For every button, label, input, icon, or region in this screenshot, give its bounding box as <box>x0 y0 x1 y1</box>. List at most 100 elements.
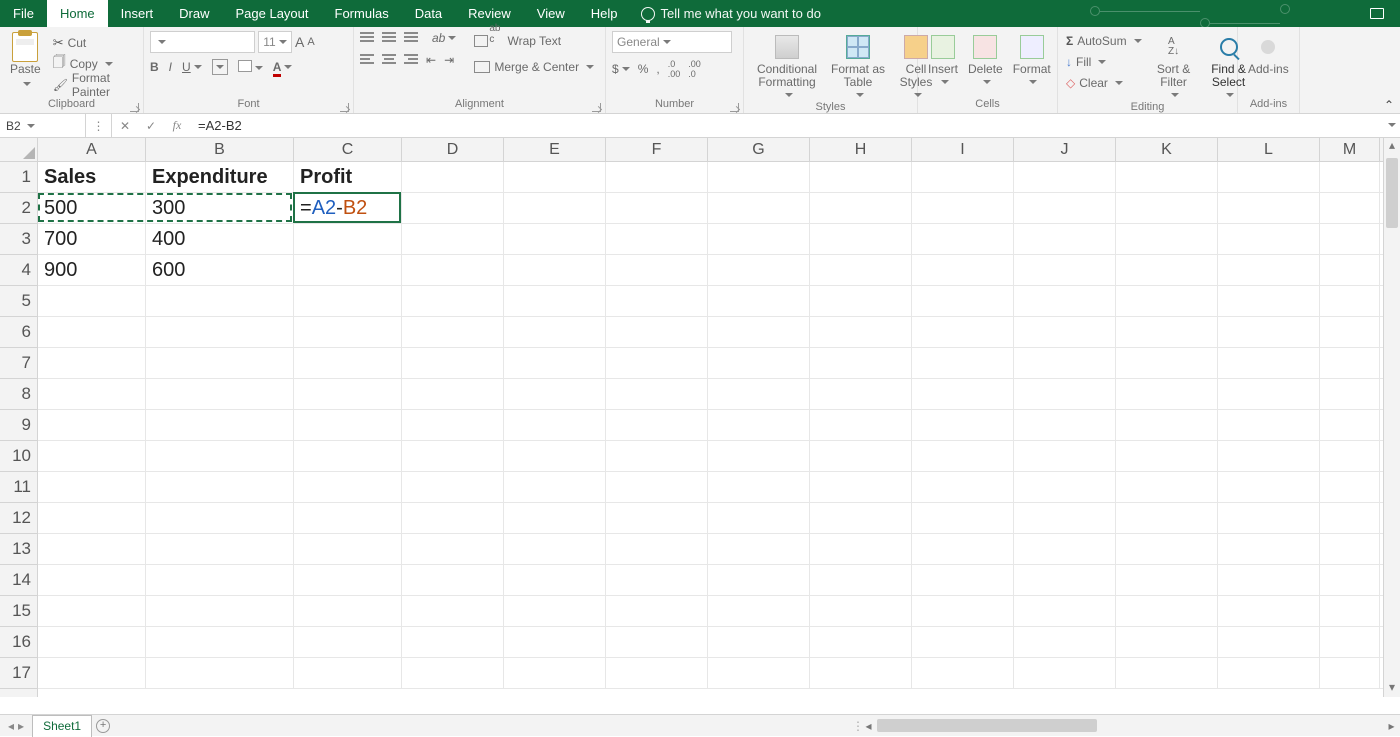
cell-I12[interactable] <box>912 503 1014 534</box>
cell-J5[interactable] <box>1014 286 1116 317</box>
cell-H16[interactable] <box>810 627 912 658</box>
cell-C1[interactable]: Profit <box>294 162 402 193</box>
cell-I11[interactable] <box>912 472 1014 503</box>
row-header-10[interactable]: 10 <box>0 441 37 472</box>
cell-M11[interactable] <box>1320 472 1380 503</box>
cell-D10[interactable] <box>402 441 504 472</box>
cell-K14[interactable] <box>1116 565 1218 596</box>
enter-formula-button[interactable]: ✓ <box>138 114 164 137</box>
cell-E11[interactable] <box>504 472 606 503</box>
cell-G15[interactable] <box>708 596 810 627</box>
cell-I10[interactable] <box>912 441 1014 472</box>
cell-A10[interactable] <box>38 441 146 472</box>
cell-J16[interactable] <box>1014 627 1116 658</box>
cell-E10[interactable] <box>504 441 606 472</box>
cell-F16[interactable] <box>606 627 708 658</box>
cell-C5[interactable] <box>294 286 402 317</box>
merge-center-button[interactable]: Merge & Center <box>472 57 596 77</box>
tab-formulas[interactable]: Formulas <box>322 0 402 27</box>
clear-button[interactable]: Clear <box>1064 73 1144 93</box>
column-header-C[interactable]: C <box>294 138 402 161</box>
cell-D13[interactable] <box>402 534 504 565</box>
addins-button[interactable]: Add-ins <box>1244 31 1293 78</box>
cell-K16[interactable] <box>1116 627 1218 658</box>
align-left-button[interactable] <box>360 54 374 66</box>
cell-G14[interactable] <box>708 565 810 596</box>
row-header-14[interactable]: 14 <box>0 565 37 596</box>
cell-K6[interactable] <box>1116 317 1218 348</box>
cell-K11[interactable] <box>1116 472 1218 503</box>
cell-F3[interactable] <box>606 224 708 255</box>
cell-H17[interactable] <box>810 658 912 689</box>
row-header-13[interactable]: 13 <box>0 534 37 565</box>
row-header-6[interactable]: 6 <box>0 317 37 348</box>
window-restore-button[interactable] <box>1354 0 1400 27</box>
row-header-16[interactable]: 16 <box>0 627 37 658</box>
cell-A5[interactable] <box>38 286 146 317</box>
percent-button[interactable]: % <box>638 62 649 76</box>
cell-L17[interactable] <box>1218 658 1320 689</box>
cell-C11[interactable] <box>294 472 402 503</box>
cell-F12[interactable] <box>606 503 708 534</box>
cell-I16[interactable] <box>912 627 1014 658</box>
cell-B17[interactable] <box>146 658 294 689</box>
accounting-format-button[interactable]: $ <box>612 62 630 76</box>
cell-M13[interactable] <box>1320 534 1380 565</box>
cell-G13[interactable] <box>708 534 810 565</box>
cell-C10[interactable] <box>294 441 402 472</box>
cell-F17[interactable] <box>606 658 708 689</box>
cell-I6[interactable] <box>912 317 1014 348</box>
cell-M2[interactable] <box>1320 193 1380 224</box>
cell-B7[interactable] <box>146 348 294 379</box>
cell-D9[interactable] <box>402 410 504 441</box>
cell-M3[interactable] <box>1320 224 1380 255</box>
cell-H7[interactable] <box>810 348 912 379</box>
cell-E16[interactable] <box>504 627 606 658</box>
cell-C12[interactable] <box>294 503 402 534</box>
cell-G2[interactable] <box>708 193 810 224</box>
column-header-D[interactable]: D <box>402 138 504 161</box>
cell-L14[interactable] <box>1218 565 1320 596</box>
align-middle-button[interactable] <box>382 32 396 44</box>
cell-B2[interactable]: 300 <box>146 193 294 224</box>
cell-K3[interactable] <box>1116 224 1218 255</box>
cell-J8[interactable] <box>1014 379 1116 410</box>
row-header-1[interactable]: 1 <box>0 162 37 193</box>
align-center-button[interactable] <box>382 54 396 66</box>
cell-D6[interactable] <box>402 317 504 348</box>
cell-C17[interactable] <box>294 658 402 689</box>
cell-E4[interactable] <box>504 255 606 286</box>
cell-D8[interactable] <box>402 379 504 410</box>
cell-B10[interactable] <box>146 441 294 472</box>
tab-file[interactable]: File <box>0 0 47 27</box>
cell-B15[interactable] <box>146 596 294 627</box>
cell-K15[interactable] <box>1116 596 1218 627</box>
cell-D2[interactable] <box>402 193 504 224</box>
cell-G3[interactable] <box>708 224 810 255</box>
cell-B6[interactable] <box>146 317 294 348</box>
cell-J2[interactable] <box>1014 193 1116 224</box>
tab-help[interactable]: Help <box>578 0 631 27</box>
row-header-8[interactable]: 8 <box>0 379 37 410</box>
cell-D1[interactable] <box>402 162 504 193</box>
cell-G11[interactable] <box>708 472 810 503</box>
cell-J14[interactable] <box>1014 565 1116 596</box>
tab-home[interactable]: Home <box>47 0 108 27</box>
row-headers[interactable]: 1234567891011121314151617 <box>0 162 38 697</box>
cell-E5[interactable] <box>504 286 606 317</box>
cell-I4[interactable] <box>912 255 1014 286</box>
scroll-left-button[interactable]: ◂ <box>860 719 877 733</box>
cell-H6[interactable] <box>810 317 912 348</box>
cell-B5[interactable] <box>146 286 294 317</box>
cell-B3[interactable]: 400 <box>146 224 294 255</box>
cell-H5[interactable] <box>810 286 912 317</box>
row-header-15[interactable]: 15 <box>0 596 37 627</box>
cell-B11[interactable] <box>146 472 294 503</box>
cell-C9[interactable] <box>294 410 402 441</box>
align-right-button[interactable] <box>404 54 418 66</box>
cell-M14[interactable] <box>1320 565 1380 596</box>
cell-D12[interactable] <box>402 503 504 534</box>
fill-button[interactable]: Fill <box>1064 52 1144 72</box>
cell-F10[interactable] <box>606 441 708 472</box>
sheet-nav-prev[interactable]: ◂ <box>8 719 14 733</box>
